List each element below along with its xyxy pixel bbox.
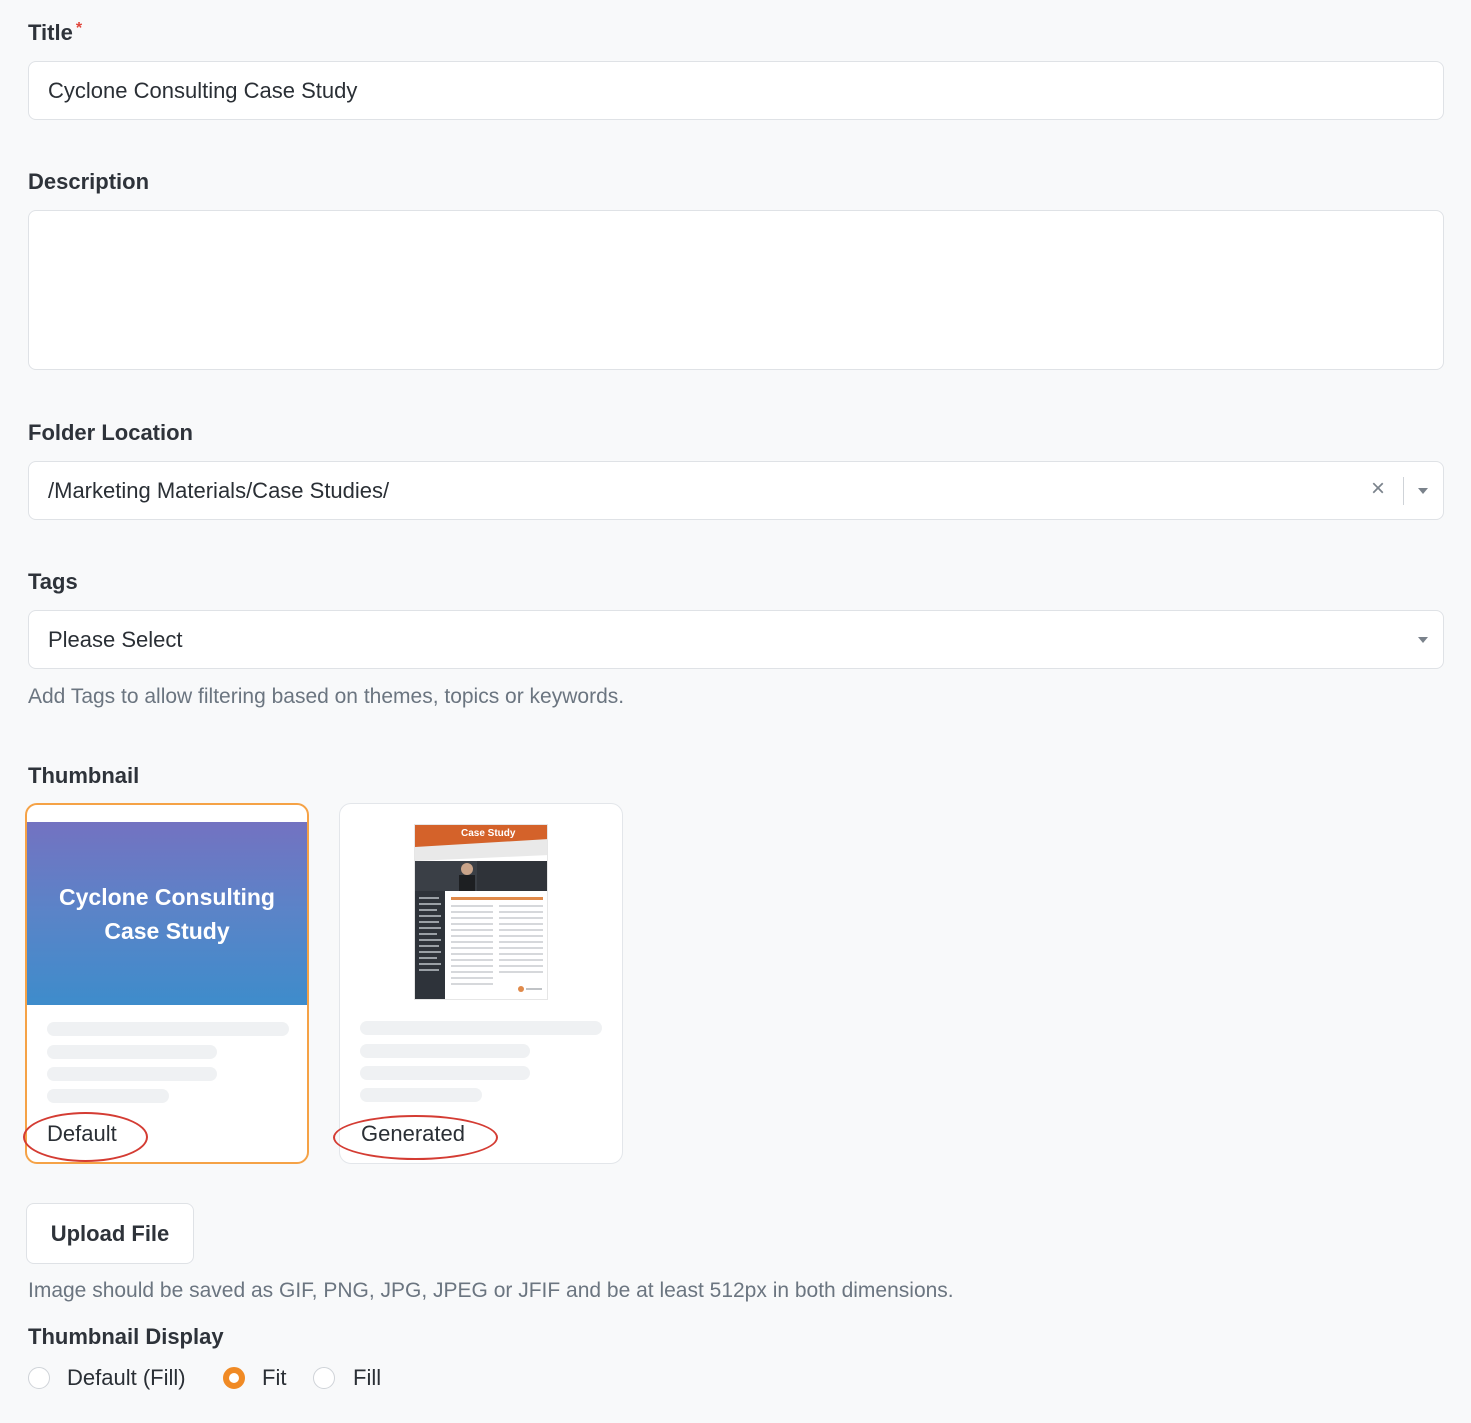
title-input[interactable]: Cyclone Consulting Case Study [28, 61, 1444, 120]
chevron-down-icon[interactable] [1418, 488, 1428, 494]
upload-help-text: Image should be saved as GIF, PNG, JPG, … [28, 1279, 954, 1302]
radio-default-fill[interactable] [28, 1367, 50, 1389]
close-icon[interactable]: × [1371, 477, 1385, 501]
skeleton-line [47, 1022, 289, 1036]
annotation-ellipse [23, 1112, 148, 1162]
description-label: Description [28, 169, 150, 194]
radio-fit-label[interactable]: Fit [262, 1365, 286, 1391]
thumbnail-label: Thumbnail [28, 763, 140, 788]
skeleton-line [47, 1045, 217, 1059]
doc-header-text: Case Study [461, 828, 516, 839]
folder-location-select[interactable]: /Marketing Materials/Case Studies/ × [28, 461, 1444, 520]
select-divider [1403, 477, 1404, 505]
radio-fill[interactable] [313, 1367, 335, 1389]
skeleton-line [360, 1021, 602, 1035]
thumbnail-default-banner: Cyclone Consulting Case Study [27, 822, 307, 1005]
skeleton-line [360, 1088, 482, 1102]
skeleton-line [47, 1089, 169, 1103]
skeleton-line [47, 1067, 217, 1081]
skeleton-line [360, 1044, 530, 1058]
chevron-down-icon[interactable] [1418, 637, 1428, 643]
folder-location-value: /Marketing Materials/Case Studies/ [48, 477, 390, 503]
upload-file-button[interactable]: Upload File [26, 1203, 194, 1264]
title-input-value: Cyclone Consulting Case Study [48, 77, 358, 103]
banner-title-line2: Case Study [104, 917, 230, 944]
generated-document-preview: Case Study [414, 824, 548, 1000]
description-textarea[interactable] [28, 210, 1444, 370]
radio-fit[interactable] [223, 1367, 245, 1389]
title-label-text: Title [28, 20, 73, 45]
radio-fill-label[interactable]: Fill [353, 1365, 381, 1391]
folder-location-label: Folder Location [28, 420, 193, 445]
radio-default-fill-label[interactable]: Default (Fill) [67, 1365, 186, 1391]
tags-help-text: Add Tags to allow filtering based on the… [28, 685, 625, 708]
thumbnail-display-label: Thumbnail Display [28, 1324, 224, 1349]
document-thumbnail-image [415, 825, 547, 999]
skeleton-line [360, 1066, 530, 1080]
annotation-ellipse [333, 1115, 498, 1160]
title-label: Title * [28, 20, 82, 46]
tags-label: Tags [28, 569, 78, 594]
thumbnail-option-default[interactable]: Cyclone Consulting Case Study [25, 803, 309, 1164]
required-mark: * [75, 20, 83, 37]
thumbnail-option-generated[interactable]: Case Study [339, 803, 623, 1164]
tags-placeholder: Please Select [48, 626, 183, 652]
tags-select[interactable]: Please Select [28, 610, 1444, 669]
banner-title-line1: Cyclone Consulting [59, 883, 275, 910]
